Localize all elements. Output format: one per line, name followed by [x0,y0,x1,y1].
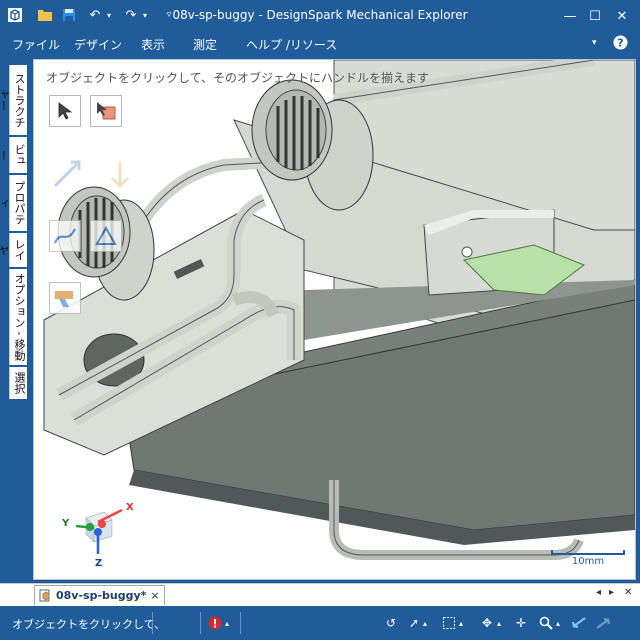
curve-tool-button[interactable] [49,220,81,252]
title-bar: ↶ ▾ ↷ ▾ ▿ 08v-sp-buggy - DesignSpark Mec… [0,0,640,32]
combine-icon [95,225,117,245]
pan-icon[interactable]: ✛ [512,614,530,632]
minimize-button[interactable]: — [558,0,582,32]
ribbon-collapse-icon[interactable]: ▾ [592,38,597,48]
document-tab-label: 08v-sp-buggy* [56,589,147,602]
orbit-dropdown-icon[interactable]: ▴ [494,614,504,632]
tab-structure[interactable]: ストラクチャー [0,65,27,135]
combine-tool-button[interactable] [90,220,122,252]
window-title: 08v-sp-buggy - DesignSpark Mechanical Ex… [172,8,468,22]
tab-options-move[interactable]: オプション - 移動 [9,269,27,365]
status-separator [200,612,201,634]
tab-scroll-left-icon[interactable]: ◂ [596,587,601,598]
menu-measure[interactable]: 測定 [193,36,217,53]
select-rotate-icon[interactable]: ↺ [382,614,400,632]
fill-tool-button[interactable] [49,282,81,314]
fill-icon [55,291,73,307]
box-select-dropdown-icon[interactable]: ▴ [456,614,466,632]
tab-layers[interactable]: レイヤ [0,233,27,267]
menu-file[interactable]: ファイル [12,36,60,53]
svg-text:?: ? [617,37,623,50]
axis-triad[interactable]: X Y Z [50,490,140,570]
side-panel-tabs: ストラクチャー ビュー プロパティ レイヤ オプション - 移動 選択 [0,55,30,583]
scale-label: 10mm [571,556,605,567]
axis-x-label: X [126,502,134,513]
menu-bar: ファイル デザイン 表示 測定 ヘルプ /リソース ▾ ? [0,32,640,55]
menu-design[interactable]: デザイン [74,36,122,53]
tab-properties[interactable]: プロパティ [0,175,27,231]
design-viewport[interactable]: オブジェクトをクリックして、そのオブジェクトにハンドルを揃えます X Y Z 1… [33,59,636,580]
previous-view-icon[interactable] [570,614,588,632]
menu-help-resources[interactable]: ヘルプ /リソース [246,36,337,53]
status-bar: オブジェクトをクリックして、 ▴ ↺ ➚ ▴ ▴ ✥ ▴ ✛ ▴ [0,606,640,640]
status-separator [152,612,153,634]
curve-icon [53,228,76,244]
zoom-dropdown-icon[interactable]: ▴ [553,614,563,632]
close-button[interactable]: ✕ [610,0,634,32]
axis-y-label: Y [61,518,70,529]
menu-display[interactable]: 表示 [141,36,165,53]
tab-scroll-right-icon[interactable]: ▸ [609,587,614,598]
arrow-cursor-icon [58,102,73,120]
tab-view[interactable]: ビュー [0,137,27,173]
next-view-icon[interactable] [594,614,612,632]
maximize-button[interactable]: ☐ [583,0,607,32]
pull-tool-ghost-icon [51,158,83,190]
select-tool-button[interactable] [49,95,81,127]
document-icon [39,589,50,602]
help-icon[interactable]: ? [613,35,628,53]
scale-bar: 10mm [551,550,625,567]
axis-z-label: Z [95,558,102,569]
viewport-hint: オブジェクトをクリックして、そのオブジェクトにハンドルを揃えます [46,71,430,85]
move-tool-ghost-icon [104,158,136,190]
error-dropdown-icon[interactable]: ▴ [222,614,232,632]
pointer-dropdown-icon[interactable]: ▴ [420,614,430,632]
select-component-icon [97,102,116,120]
document-tab-close-icon[interactable]: × [150,589,159,602]
tab-close-all-icon[interactable]: ✕ [624,587,632,598]
status-separator [240,612,241,634]
tab-select[interactable]: 選択 [9,367,27,399]
document-tab[interactable]: 08v-sp-buggy* × [34,585,165,605]
status-text: オブジェクトをクリックして、 [12,618,166,631]
document-tab-bar: 08v-sp-buggy* × ◂ ▸ ✕ [0,583,640,606]
select-component-button[interactable] [90,95,122,127]
